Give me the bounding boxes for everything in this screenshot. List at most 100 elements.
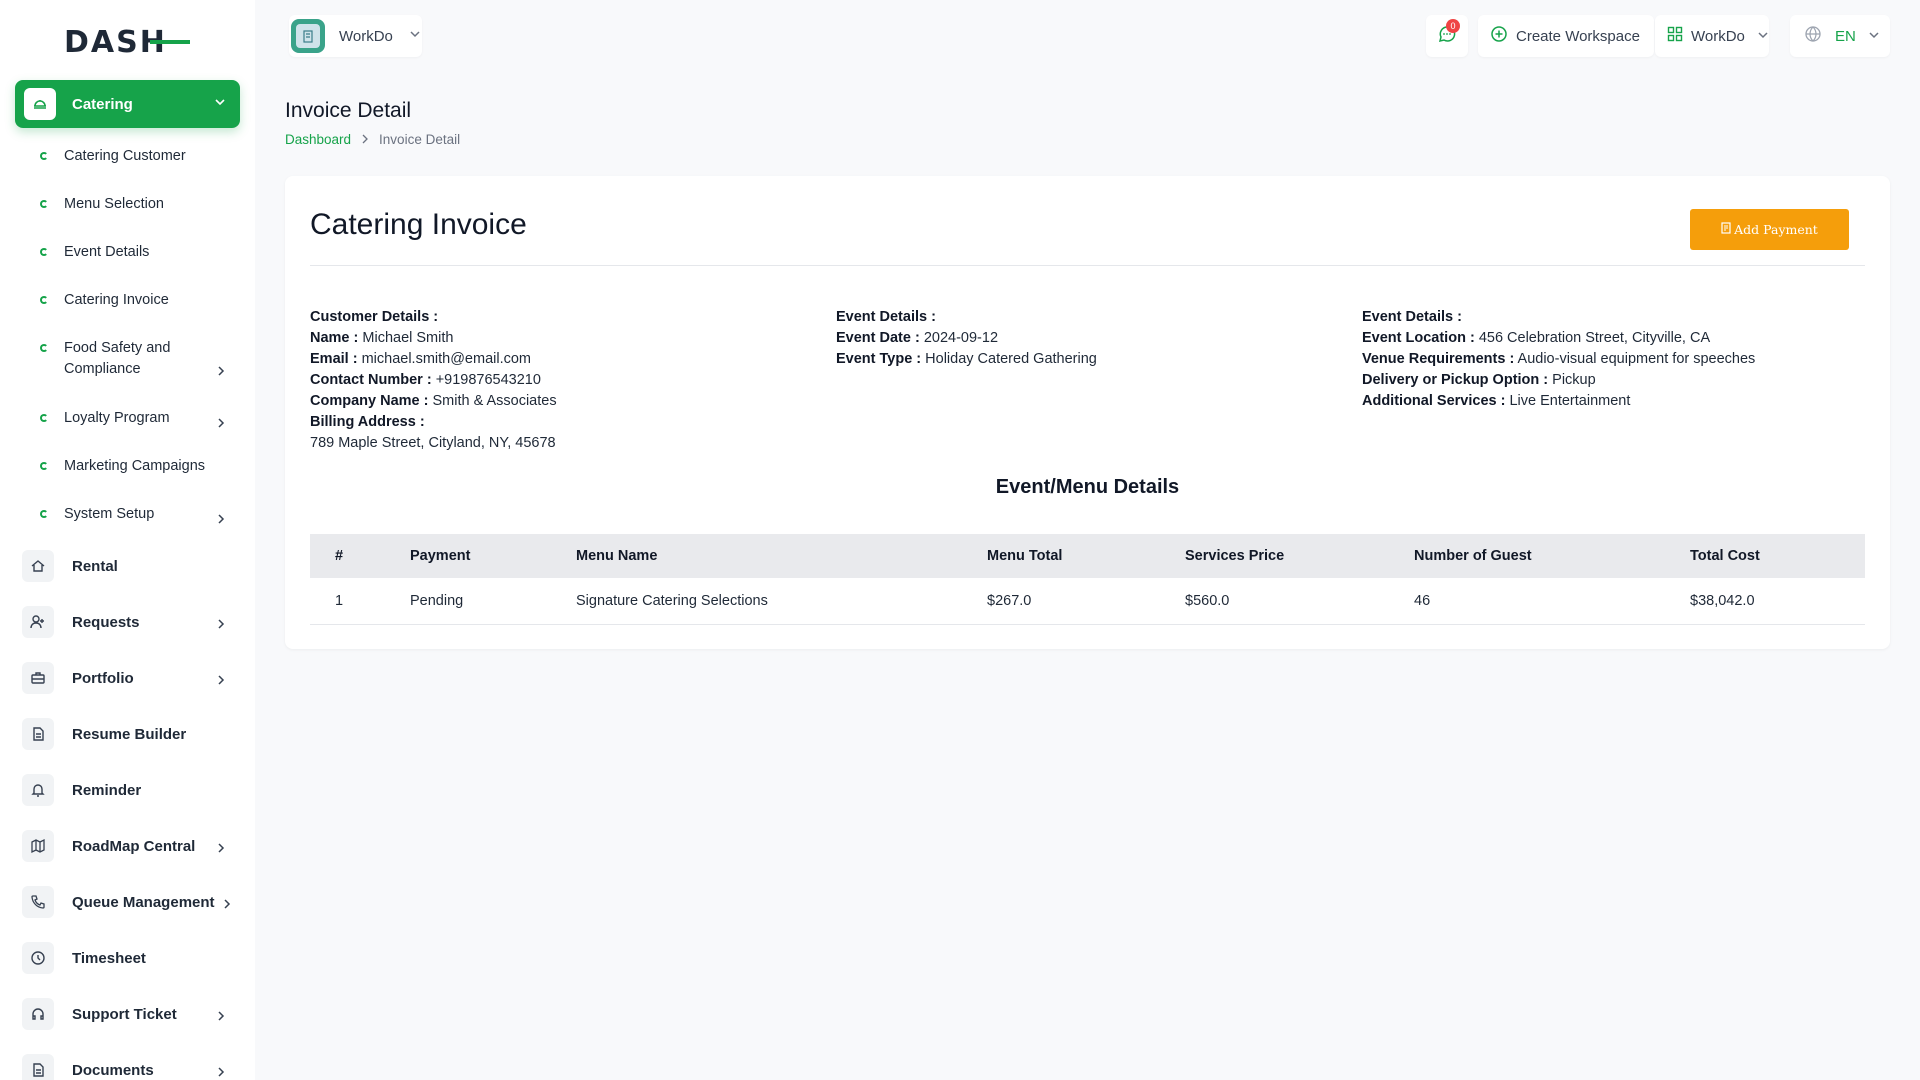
delivery-option: Pickup: [1552, 372, 1596, 388]
create-workspace-label: Create Workspace: [1516, 27, 1640, 45]
billing-address: 789 Maple Street, Cityland, NY, 45678: [310, 435, 556, 451]
sidebar-item-system-setup[interactable]: System Setup: [40, 504, 240, 525]
home-icon: [22, 550, 54, 582]
customer-heading: Customer Details :: [310, 309, 439, 325]
event-menu-table: # Payment Menu Name Menu Total Services …: [310, 534, 1865, 625]
chevron-right-icon: [216, 512, 226, 528]
globe-icon: [1804, 25, 1822, 47]
sidebar-item-catering[interactable]: Catering: [15, 80, 240, 128]
services-label: Additional Services :: [1362, 393, 1506, 409]
chevron-right-icon: [216, 416, 226, 432]
sidebar-item-label: Catering Invoice: [64, 292, 169, 308]
sidebar-item-roadmap-central[interactable]: RoadMap Central: [22, 826, 240, 866]
bullet-icon: [40, 344, 48, 352]
event-extra-details: Event Details : Event Location : 456 Cel…: [1362, 307, 1755, 412]
section-title: Event/Menu Details: [995, 476, 1180, 498]
column-header: #: [335, 548, 344, 564]
sidebar-item-label: Resume Builder: [72, 725, 187, 743]
chevron-down-icon: [1868, 28, 1880, 45]
phone-icon: [22, 886, 54, 918]
name-label: Name :: [310, 330, 359, 346]
column-header: Payment: [410, 548, 471, 564]
sidebar-item-marketing-campaigns[interactable]: Marketing Campaigns: [40, 456, 240, 477]
column-header: Total Cost: [1690, 548, 1760, 564]
add-payment-button[interactable]: Add Payment: [1690, 209, 1849, 250]
chevron-down-icon: [1757, 28, 1769, 45]
map-icon: [22, 830, 54, 862]
sidebar-item-label: System Setup: [64, 506, 155, 522]
column-header: Services Price: [1185, 548, 1285, 564]
sidebar-item-label: Rental: [72, 557, 118, 575]
bullet-icon: [40, 248, 48, 256]
sidebar-item-label: Loyalty Program: [64, 410, 170, 426]
chevron-right-icon: [216, 616, 226, 633]
sidebar-item-portfolio[interactable]: Portfolio: [22, 658, 240, 698]
event-date: 2024-09-12: [923, 330, 999, 346]
sidebar-item-label: Requests: [72, 613, 140, 631]
language-selector[interactable]: EN: [1790, 15, 1890, 57]
venue-requirements: Audio-visual equipment for speeches: [1517, 351, 1756, 367]
sidebar-item-event-details[interactable]: Event Details: [40, 242, 240, 263]
sidebar-item-resume-builder[interactable]: Resume Builder: [22, 714, 240, 754]
event-date-label: Event Date :: [836, 330, 920, 346]
create-workspace-button[interactable]: Create Workspace: [1478, 15, 1654, 57]
sidebar-item-loyalty-program[interactable]: Loyalty Program: [40, 408, 240, 429]
event-location: 456 Celebration Street, Cityville, CA: [1478, 330, 1711, 346]
building-icon: [296, 24, 320, 48]
sidebar-item-timesheet[interactable]: Timesheet: [22, 938, 240, 978]
clock-icon: [22, 942, 54, 974]
payment-status[interactable]: Pending: [410, 578, 576, 625]
workspace-switcher-label: WorkDo: [1691, 27, 1745, 45]
sidebar-item-menu-selection[interactable]: Menu Selection: [40, 194, 240, 215]
sidebar-item-documents[interactable]: Documents: [22, 1050, 240, 1080]
chevron-down-icon: [409, 27, 421, 45]
sidebar-item-label: Food Safety and Compliance: [64, 340, 171, 377]
messages-button[interactable]: 0: [1426, 15, 1468, 57]
sidebar-item-reminder[interactable]: Reminder: [22, 770, 240, 810]
sidebar-item-support-ticket[interactable]: Support Ticket: [22, 994, 240, 1034]
table-header-row: # Payment Menu Name Menu Total Services …: [310, 534, 1865, 578]
bullet-icon: [40, 296, 48, 304]
billing-label: Billing Address :: [310, 414, 425, 430]
bullet-icon: [40, 462, 48, 470]
event-type: Holiday Catered Gathering: [925, 351, 1097, 367]
receipt-icon: [1721, 222, 1731, 237]
sidebar-item-label: Queue Management: [72, 893, 215, 911]
chevron-right-icon: [216, 1008, 226, 1025]
delivery-label: Delivery or Pickup Option :: [1362, 372, 1549, 388]
bullet-icon: [40, 510, 48, 518]
sidebar-item-label: RoadMap Central: [72, 837, 196, 855]
dash-logo-icon: DASH: [64, 25, 190, 60]
sidebar-item-food-safety[interactable]: Food Safety and Compliance: [40, 338, 240, 382]
plus-circle-icon: [1490, 25, 1508, 47]
sidebar-item-catering-invoice[interactable]: Catering Invoice: [40, 290, 240, 311]
column-header: Number of Guest: [1414, 548, 1532, 564]
sidebar-item-label: Portfolio: [72, 669, 134, 687]
headset-icon: [22, 998, 54, 1030]
workspace-switcher[interactable]: WorkDo: [1655, 15, 1769, 57]
event-type-label: Event Type :: [836, 351, 922, 367]
chevron-right-icon: [216, 364, 226, 380]
brand-logo[interactable]: DASH: [64, 24, 194, 60]
invoice-title: Catering Invoice: [310, 208, 527, 241]
venue-label: Venue Requirements :: [1362, 351, 1515, 367]
workspace-selector[interactable]: WorkDo: [289, 15, 422, 57]
add-payment-label: Add Payment: [1734, 222, 1818, 237]
breadcrumb-home-link[interactable]: Dashboard: [285, 132, 351, 147]
apps-icon: [1667, 26, 1683, 46]
additional-services: Live Entertainment: [1509, 393, 1631, 409]
user-plus-icon: [22, 606, 54, 638]
sidebar-item-catering-customer[interactable]: Catering Customer: [40, 146, 240, 167]
invoice-card: Catering Invoice Add Payment Customer De…: [285, 176, 1890, 649]
sidebar-item-rental[interactable]: Rental: [22, 546, 240, 586]
workspace-avatar: [291, 19, 325, 53]
sidebar-item-queue-management[interactable]: Queue Management: [22, 882, 240, 922]
divider: [310, 265, 1865, 266]
menu-total: $267.0: [987, 578, 1185, 625]
customer-company: Smith & Associates: [432, 393, 557, 409]
chevron-right-icon: [216, 672, 226, 689]
sidebar-item-requests[interactable]: Requests: [22, 602, 240, 642]
workspace-name: WorkDo: [339, 27, 393, 45]
event-extra-heading: Event Details :: [1362, 309, 1462, 325]
chevron-right-icon: [361, 132, 369, 147]
